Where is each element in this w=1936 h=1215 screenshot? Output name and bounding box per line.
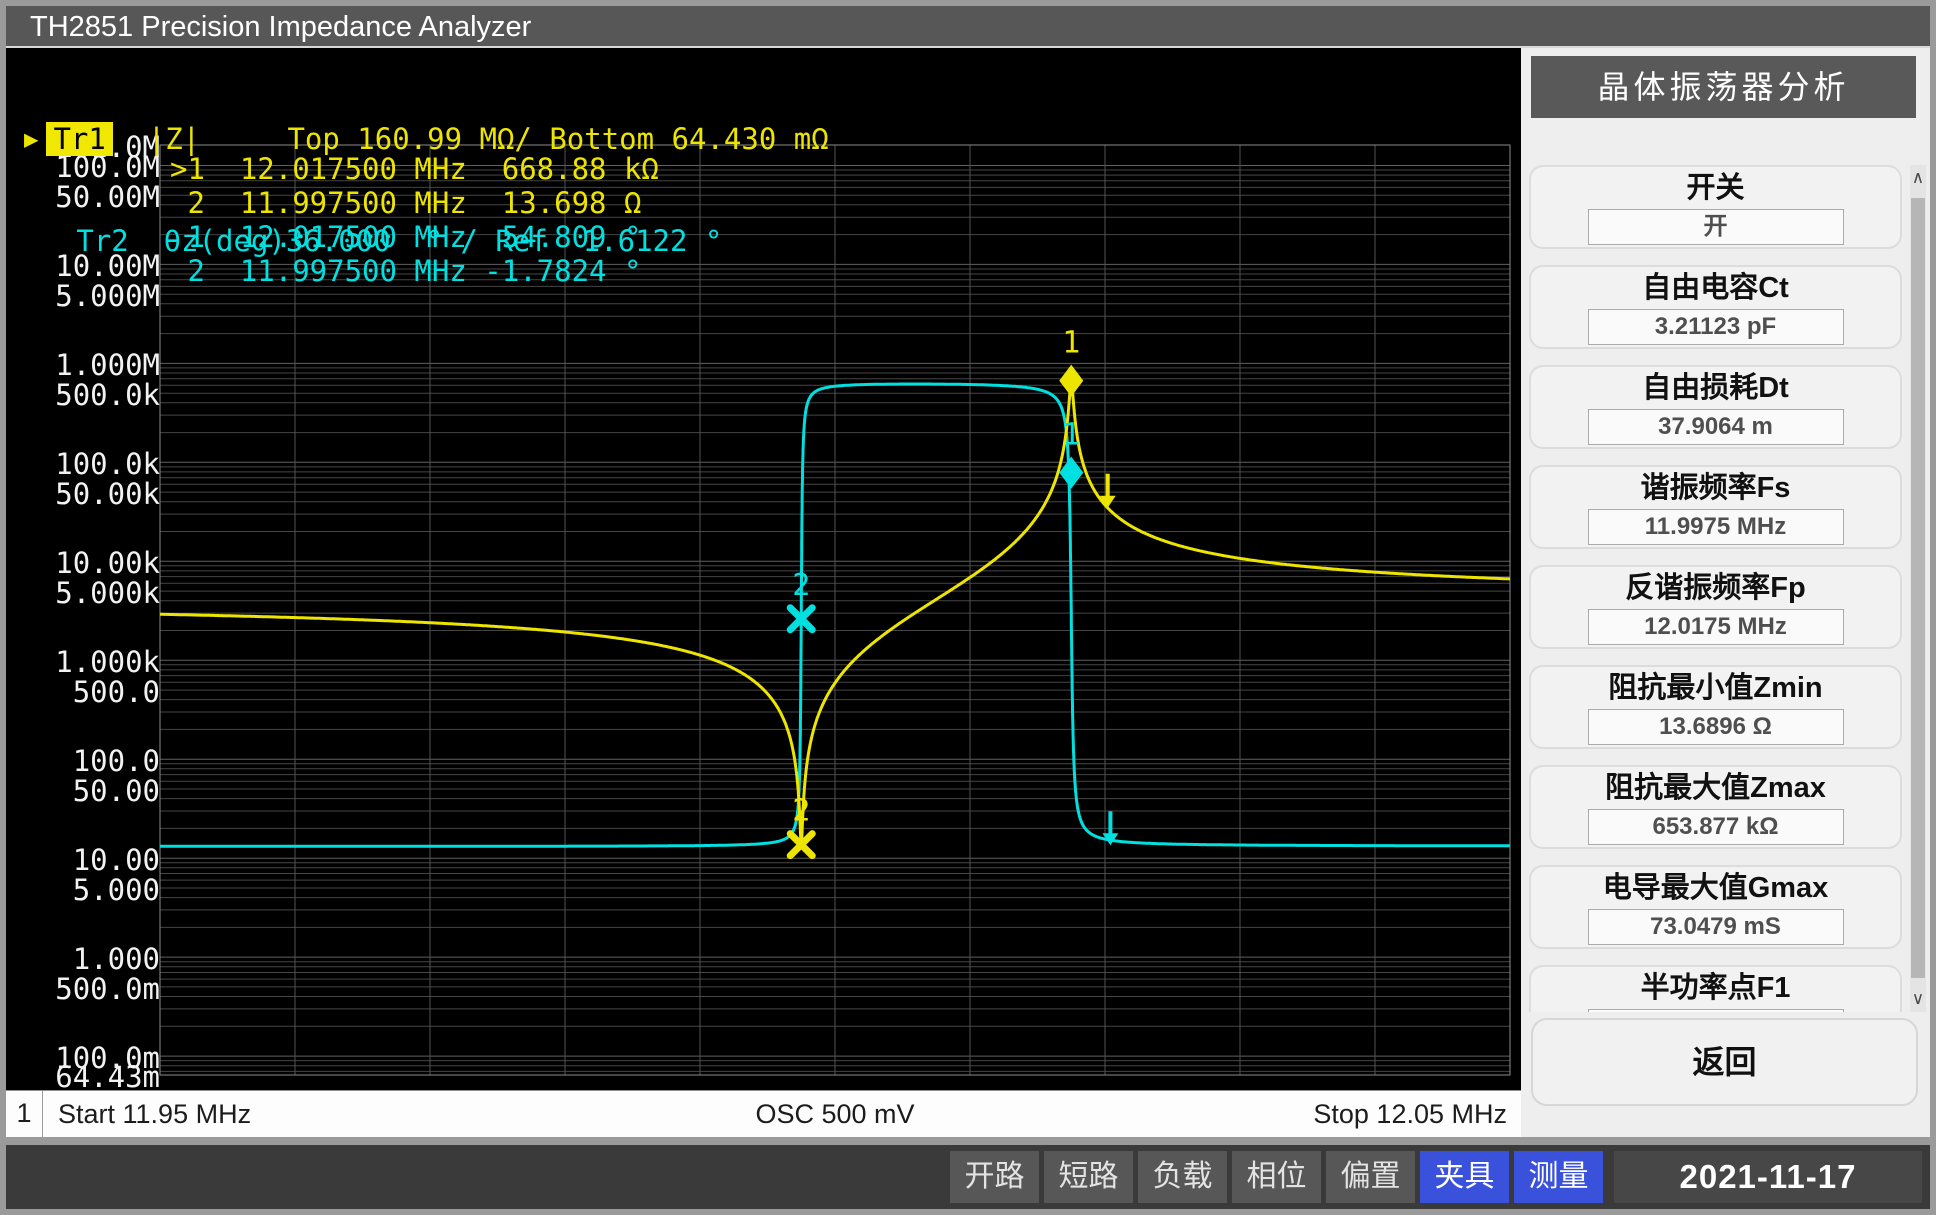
osc-level-label[interactable]: OSC 500 mV bbox=[160, 1091, 1510, 1137]
panel-item-value: 开 bbox=[1588, 209, 1844, 245]
clock: 2021-11-17 15:53:20 bbox=[1614, 1151, 1922, 1203]
y-axis-tick-label: 10.00k bbox=[55, 546, 160, 576]
panel-item-2[interactable]: 自由损耗Dt37.9064 m bbox=[1529, 365, 1902, 449]
panel-item-label: 阻抗最小值Zmin bbox=[1531, 670, 1900, 707]
panel-item-0[interactable]: 开关开 bbox=[1529, 165, 1902, 249]
y-axis-tick-label: 5.000 bbox=[73, 873, 160, 903]
panel-item-4[interactable]: 反谐振频率Fp12.0175 MHz bbox=[1529, 565, 1902, 649]
panel-item-value: 73.0479 mS bbox=[1588, 909, 1844, 945]
y-axis-tick-label: 100.0 bbox=[73, 744, 160, 774]
title-bar: TH2851 Precision Impedance Analyzer bbox=[6, 6, 1930, 48]
panel-item-value: 13.6896 Ω bbox=[1588, 709, 1844, 745]
y-axis-tick-label: 1.000k bbox=[55, 645, 160, 675]
toolbar-button-夹具[interactable]: 夹具 bbox=[1420, 1151, 1509, 1203]
app-window: TH2851 Precision Impedance Analyzer 1212… bbox=[0, 0, 1936, 1215]
trace1-header-row: ▶Tr1 |Z| Top 160.99 MΩ/ Bottom 64.430 mΩ bbox=[24, 122, 829, 156]
y-axis-tick-label: 500.0k bbox=[55, 378, 160, 408]
active-trace-arrow-icon: ▶ bbox=[24, 122, 38, 156]
panel-item-value: 12.0175 MHz bbox=[1588, 609, 1844, 645]
return-button[interactable]: 返回 bbox=[1531, 1018, 1918, 1106]
y-axis-tick-label: 1.000 bbox=[73, 942, 160, 972]
scrollbar[interactable]: ∧ ∨ bbox=[1910, 165, 1926, 1012]
bottom-toolbar: 开路短路负载相位偏置夹具测量 2021-11-17 15:53:20 bbox=[6, 1145, 1930, 1209]
panel-item-1[interactable]: 自由电容Ct3.21123 pF bbox=[1529, 265, 1902, 349]
svg-text:2: 2 bbox=[792, 568, 810, 603]
panel-item-label: 谐振频率Fs bbox=[1531, 470, 1900, 507]
marker-readout-row: 2 11.997500 MHz -1.7824 ° bbox=[170, 254, 659, 288]
toolbar-button-开路[interactable]: 开路 bbox=[950, 1151, 1039, 1203]
svg-text:1: 1 bbox=[1062, 326, 1080, 361]
toolbar-button-负载[interactable]: 负载 bbox=[1138, 1151, 1227, 1203]
panel-item-5[interactable]: 阻抗最小值Zmin13.6896 Ω bbox=[1529, 665, 1902, 749]
marker-tr1-2[interactable]: 2 bbox=[790, 794, 812, 856]
marker-readout-row: >1 12.017500 MHz 668.88 kΩ bbox=[170, 152, 659, 186]
trace1-selector[interactable]: Tr1 bbox=[46, 122, 112, 156]
scrollbar-thumb[interactable] bbox=[1911, 198, 1925, 978]
y-axis-tick-label: 64.43m bbox=[55, 1060, 160, 1090]
svg-text:2: 2 bbox=[792, 794, 810, 829]
toolbar-button-测量[interactable]: 测量 bbox=[1514, 1151, 1603, 1203]
panel-item-value: 11.9974 MHz bbox=[1588, 1009, 1844, 1012]
panel-item-label: 反谐振频率Fp bbox=[1531, 570, 1900, 607]
side-panel-title: 晶体振荡器分析 bbox=[1531, 56, 1916, 118]
side-panel-item-list: 开关开自由电容Ct3.21123 pF 自由损耗Dt37.9064 m 谐振频率Fs… bbox=[1529, 165, 1904, 1012]
panel-item-label: 自由损耗Dt bbox=[1531, 370, 1900, 407]
y-axis-tick-label: 100.0k bbox=[55, 447, 160, 477]
y-axis-tick-label: 500.0m bbox=[55, 972, 160, 1002]
panel-item-3[interactable]: 谐振频率Fs11.9975 MHz bbox=[1529, 465, 1902, 549]
marker-tr2-2[interactable]: 2 bbox=[790, 568, 812, 630]
chart-area: 1 2 1 2 ▶Tr1 |Z| Top 160.99 MΩ/ Bottom 64.4… bbox=[6, 48, 1521, 1090]
svg-text:1: 1 bbox=[1062, 418, 1080, 453]
panel-item-value: 653.877 kΩ bbox=[1588, 809, 1844, 845]
marker-tr1-1[interactable]: 1 bbox=[1059, 326, 1083, 397]
panel-item-6[interactable]: 阻抗最大值Zmax653.877 kΩ bbox=[1529, 765, 1902, 849]
marker-readout-table: >1 12.017500 MHz 668.88 kΩ 2 11.997500 M… bbox=[170, 152, 659, 288]
y-axis-tick-label: 500.0 bbox=[73, 675, 160, 705]
panel-item-label: 半功率点F1 bbox=[1531, 970, 1900, 1007]
scroll-up-icon[interactable]: ∧ bbox=[1910, 167, 1926, 189]
panel-item-value: 3.21123 pF bbox=[1588, 309, 1844, 345]
panel-item-8[interactable]: 半功率点F1 11.9974 MHz bbox=[1529, 965, 1902, 1012]
panel-item-7[interactable]: 电导最大值Gmax73.0479 mS bbox=[1529, 865, 1902, 949]
sweep-status-bar: 1 Start 11.95 MHz OSC 500 mV Stop 12.05 … bbox=[6, 1090, 1521, 1137]
y-axis-tick-label: 1.000M bbox=[55, 348, 160, 378]
scroll-down-icon[interactable]: ∨ bbox=[1910, 988, 1926, 1010]
y-axis-tick-label: 50.00k bbox=[55, 477, 160, 507]
y-axis-tick-label: 10.00 bbox=[73, 843, 160, 873]
toolbar-button-相位[interactable]: 相位 bbox=[1232, 1151, 1321, 1203]
panel-item-value: 11.9975 MHz bbox=[1588, 509, 1844, 545]
side-panel: 晶体振荡器分析 开关开自由电容Ct3.21123 pF 自由损耗Dt37.9064… bbox=[1521, 48, 1930, 1137]
window-title: TH2851 Precision Impedance Analyzer bbox=[30, 11, 531, 43]
panel-item-label: 电导最大值Gmax bbox=[1531, 870, 1900, 907]
channel-indicator: 1 bbox=[6, 1091, 43, 1137]
toolbar-button-group: 开路短路负载相位偏置夹具测量 bbox=[950, 1151, 1608, 1203]
marker-readout-row: 1 12.017500 MHz 54.809 ° bbox=[170, 220, 659, 254]
panel-item-label: 开关 bbox=[1531, 170, 1900, 207]
panel-item-label: 阻抗最大值Zmax bbox=[1531, 770, 1900, 807]
trace1-scale-text: |Z| Top 160.99 MΩ/ Bottom 64.430 mΩ bbox=[113, 122, 829, 156]
stop-frequency-label[interactable]: Stop 12.05 MHz bbox=[1313, 1091, 1507, 1137]
toolbar-button-短路[interactable]: 短路 bbox=[1044, 1151, 1133, 1203]
panel-item-label: 自由电容Ct bbox=[1531, 270, 1900, 307]
marker-readout-row: 2 11.997500 MHz 13.698 Ω bbox=[170, 186, 659, 220]
toolbar-button-偏置[interactable]: 偏置 bbox=[1326, 1151, 1415, 1203]
y-axis-tick-label: 5.000k bbox=[55, 576, 160, 606]
panel-item-value: 37.9064 m bbox=[1588, 409, 1844, 445]
y-axis-tick-label: 50.00 bbox=[73, 774, 160, 804]
